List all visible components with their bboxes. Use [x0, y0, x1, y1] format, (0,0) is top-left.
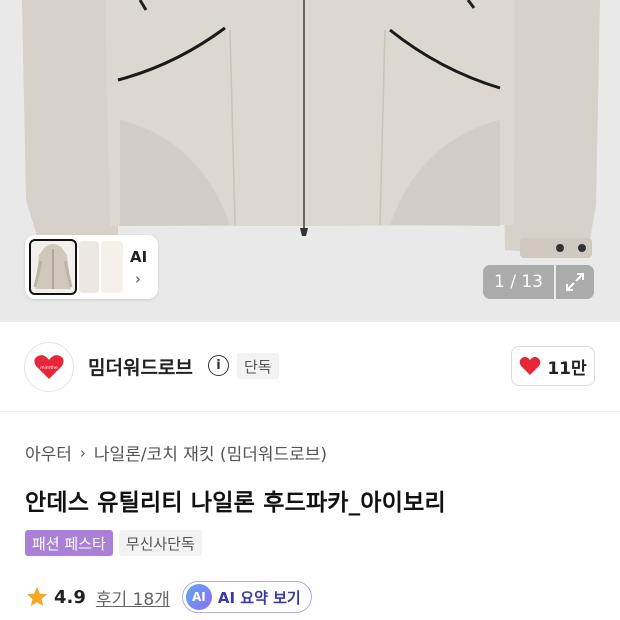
like-count: 11만	[547, 358, 587, 379]
breadcrumb-item[interactable]: 아우터	[25, 440, 72, 465]
like-button[interactable]: 11만	[511, 346, 595, 386]
thumbnail-image[interactable]	[29, 239, 77, 295]
product-tags: 패션 페스타 무신사단독	[25, 530, 202, 556]
brand-name[interactable]: 밈더워드로브	[88, 353, 193, 380]
heart-icon	[520, 356, 541, 375]
image-counter: 1 / 13	[483, 265, 554, 299]
brand-logo[interactable]: mimthe	[24, 342, 74, 392]
expand-icon[interactable]	[556, 265, 594, 299]
ai-badge-icon: AI	[185, 584, 212, 610]
brand-row: mimthe 밈더워드로브 i 단독 11만	[0, 322, 620, 412]
star-icon	[27, 587, 47, 606]
ai-summary-label: AI 요약 보기	[217, 588, 301, 607]
ai-summary-button[interactable]: AI AI 요약 보기	[181, 581, 312, 613]
thumbnail-image[interactable]	[79, 241, 99, 293]
product-image-gallery[interactable]: AI › 1 / 13	[0, 0, 620, 322]
thumbnail-ai-label: AI	[130, 248, 148, 266]
rating-value: 4.9	[54, 586, 86, 608]
exclusive-badge: 단독	[237, 353, 279, 379]
breadcrumb: 아우터 › 나일론/코치 재킷 (밈더워드로브)	[25, 440, 327, 466]
breadcrumb-item[interactable]: 나일론/코치 재킷 (밈더워드로브)	[94, 440, 327, 465]
reviews-link[interactable]: 후기 18개	[96, 585, 170, 610]
product-title: 안데스 유틸리티 나일론 후드파카_아이보리	[25, 490, 446, 516]
svg-text:mimthe: mimthe	[40, 365, 58, 371]
tag-musinsa-exclusive: 무신사단독	[118, 530, 202, 556]
ai-thumbnail-strip[interactable]: AI ›	[25, 235, 158, 299]
rating-row: 4.9 후기 18개 AI AI 요약 보기	[25, 580, 312, 614]
tag-fashion-festa[interactable]: 패션 페스타	[25, 530, 113, 556]
thumbnail-image[interactable]	[101, 241, 123, 293]
chevron-right-icon: ›	[135, 270, 141, 288]
chevron-right-icon: ›	[79, 443, 86, 462]
info-icon[interactable]: i	[208, 355, 229, 376]
